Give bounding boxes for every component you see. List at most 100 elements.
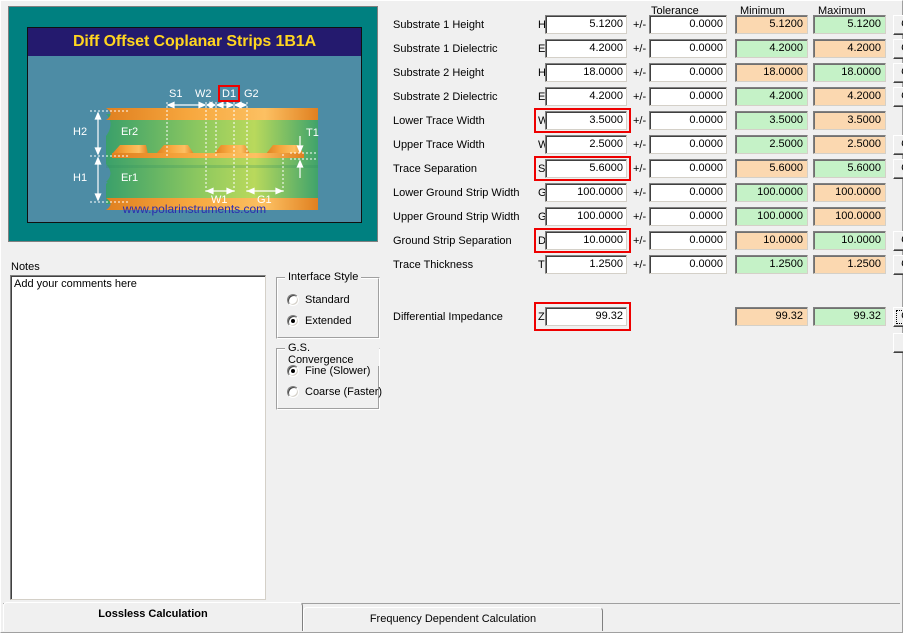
radio-label-extended: Extended bbox=[305, 315, 351, 327]
interface-style-group: Interface Style Standard Extended bbox=[276, 277, 380, 339]
calculate-button[interactable]: Calculate bbox=[893, 159, 903, 179]
param-maximum-cell: 3.5000 bbox=[813, 111, 886, 130]
param-label: Trace Thickness bbox=[393, 259, 473, 271]
param-tolerance-input[interactable]: 0.0000 bbox=[649, 159, 727, 178]
tab-frequency-dependent-calculation[interactable]: Frequency Dependent Calculation bbox=[303, 607, 603, 631]
diagram-label-g2: G2 bbox=[244, 88, 259, 100]
diagram-label-t1: T1 bbox=[306, 127, 319, 139]
radio-gs-fine[interactable]: Fine (Slower) bbox=[287, 365, 370, 377]
param-value-input[interactable]: 5.1200 bbox=[545, 15, 627, 34]
param-label: Trace Separation bbox=[393, 163, 477, 175]
result-minimum-cell: 99.32 bbox=[735, 307, 808, 326]
param-minimum-cell: 18.0000 bbox=[735, 63, 808, 82]
param-row-er1: Substrate 1 DielectricEr14.2000+/-0.0000… bbox=[393, 39, 898, 63]
calculate-button-zdiff[interactable]: Calculate bbox=[893, 307, 903, 327]
gs-convergence-title: G.S. Convergence bbox=[285, 342, 379, 366]
param-value-input[interactable]: 18.0000 bbox=[545, 63, 627, 82]
param-minimum-cell: 10.0000 bbox=[735, 231, 808, 250]
diagram-label-er2: Er2 bbox=[121, 126, 138, 138]
param-row-g2: Upper Ground Strip WidthG2100.0000+/-0.0… bbox=[393, 207, 898, 231]
param-value-input[interactable]: 100.0000 bbox=[545, 207, 627, 226]
diagram-label-er1: Er1 bbox=[121, 172, 138, 184]
radio-icon-fine bbox=[287, 365, 299, 377]
calculate-button[interactable]: Calculate bbox=[893, 87, 903, 107]
param-value-input[interactable]: 10.0000 bbox=[545, 231, 627, 250]
param-minimum-cell: 100.0000 bbox=[735, 183, 808, 202]
calculate-button[interactable]: Calculate bbox=[893, 255, 903, 275]
param-value-input[interactable]: 100.0000 bbox=[545, 183, 627, 202]
param-maximum-cell: 100.0000 bbox=[813, 183, 886, 202]
diagram-label-h1: H1 bbox=[73, 172, 87, 184]
param-maximum-cell: 5.6000 bbox=[813, 159, 886, 178]
param-minimum-cell: 5.6000 bbox=[735, 159, 808, 178]
notes-label: Notes bbox=[11, 261, 40, 273]
param-value-input[interactable]: 4.2000 bbox=[545, 87, 627, 106]
radio-icon-coarse bbox=[287, 386, 299, 398]
plus-minus-label: +/- bbox=[633, 43, 646, 55]
param-row-h1: Substrate 1 HeightH15.1200+/-0.00005.120… bbox=[393, 15, 898, 39]
param-label: Substrate 1 Dielectric bbox=[393, 43, 498, 55]
param-minimum-cell: 4.2000 bbox=[735, 39, 808, 58]
param-tolerance-input[interactable]: 0.0000 bbox=[649, 39, 727, 58]
cross-section-canvas: Diff Offset Coplanar Strips 1B1A bbox=[27, 27, 362, 223]
param-value-input[interactable]: 3.5000 bbox=[545, 111, 627, 130]
more-button[interactable]: More... bbox=[893, 333, 903, 353]
param-maximum-cell: 18.0000 bbox=[813, 63, 886, 82]
param-tolerance-input[interactable]: 0.0000 bbox=[649, 255, 727, 274]
param-tolerance-input[interactable]: 0.0000 bbox=[649, 207, 727, 226]
radio-interface-extended[interactable]: Extended bbox=[287, 315, 351, 327]
plus-minus-label: +/- bbox=[633, 235, 646, 247]
param-tolerance-input[interactable]: 0.0000 bbox=[649, 87, 727, 106]
param-value-input[interactable]: 5.6000 bbox=[545, 159, 627, 178]
param-minimum-cell: 3.5000 bbox=[735, 111, 808, 130]
param-maximum-cell: 100.0000 bbox=[813, 207, 886, 226]
radio-icon-extended bbox=[287, 315, 299, 327]
calculate-button[interactable]: Calculate bbox=[893, 135, 903, 155]
plus-minus-label: +/- bbox=[633, 67, 646, 79]
param-label: Substrate 2 Height bbox=[393, 67, 484, 79]
param-label: Ground Strip Separation bbox=[393, 235, 512, 247]
param-minimum-cell: 2.5000 bbox=[735, 135, 808, 154]
param-maximum-cell: 1.2500 bbox=[813, 255, 886, 274]
application-window: Diff Offset Coplanar Strips 1B1A bbox=[0, 0, 903, 633]
param-tolerance-input[interactable]: 0.0000 bbox=[649, 15, 727, 34]
radio-gs-coarse[interactable]: Coarse (Faster) bbox=[287, 386, 382, 398]
diagram-label-s1: S1 bbox=[169, 88, 182, 100]
param-tolerance-input[interactable]: 0.0000 bbox=[649, 135, 727, 154]
radio-interface-standard[interactable]: Standard bbox=[287, 294, 350, 306]
plus-minus-label: +/- bbox=[633, 139, 646, 151]
gs-convergence-group: G.S. Convergence Fine (Slower) Coarse (F… bbox=[276, 348, 380, 410]
calculate-button[interactable]: Calculate bbox=[893, 231, 903, 251]
param-label: Lower Ground Strip Width bbox=[393, 187, 520, 199]
plus-minus-label: +/- bbox=[633, 259, 646, 271]
illustration-url: www.polarinstruments.com bbox=[28, 202, 361, 216]
param-label: Upper Ground Strip Width bbox=[393, 211, 520, 223]
plus-minus-label: +/- bbox=[633, 163, 646, 175]
result-value-input[interactable]: 99.32 bbox=[545, 307, 627, 326]
param-tolerance-input[interactable]: 0.0000 bbox=[649, 111, 727, 130]
param-minimum-cell: 4.2000 bbox=[735, 87, 808, 106]
param-value-input[interactable]: 1.2500 bbox=[545, 255, 627, 274]
plus-minus-label: +/- bbox=[633, 187, 646, 199]
calculate-button[interactable]: Calculate bbox=[893, 63, 903, 83]
param-row-t1: Trace ThicknessT11.2500+/-0.00001.25001.… bbox=[393, 255, 898, 279]
result-row-zdiff: Differential ImpedanceZdiff99.3299.3299.… bbox=[393, 307, 898, 331]
notes-textarea[interactable]: Add your comments here bbox=[10, 275, 266, 600]
radio-icon-standard bbox=[287, 294, 299, 306]
calculate-button[interactable]: Calculate bbox=[893, 15, 903, 35]
param-minimum-cell: 1.2500 bbox=[735, 255, 808, 274]
param-value-input[interactable]: 2.5000 bbox=[545, 135, 627, 154]
param-value-input[interactable]: 4.2000 bbox=[545, 39, 627, 58]
param-tolerance-input[interactable]: 0.0000 bbox=[649, 183, 727, 202]
param-tolerance-input[interactable]: 0.0000 bbox=[649, 63, 727, 82]
tab-lossless-calculation[interactable]: Lossless Calculation bbox=[3, 602, 303, 631]
calculate-button[interactable]: Calculate bbox=[893, 39, 903, 59]
param-tolerance-input[interactable]: 0.0000 bbox=[649, 231, 727, 250]
param-row-w1: Lower Trace WidthW13.5000+/-0.00003.5000… bbox=[393, 111, 898, 135]
param-label: Upper Trace Width bbox=[393, 139, 485, 151]
plus-minus-label: +/- bbox=[633, 211, 646, 223]
radio-label-standard: Standard bbox=[305, 294, 350, 306]
radio-label-coarse: Coarse (Faster) bbox=[305, 386, 382, 398]
param-minimum-cell: 5.1200 bbox=[735, 15, 808, 34]
param-row-d1: Ground Strip SeparationD110.0000+/-0.000… bbox=[393, 231, 898, 255]
